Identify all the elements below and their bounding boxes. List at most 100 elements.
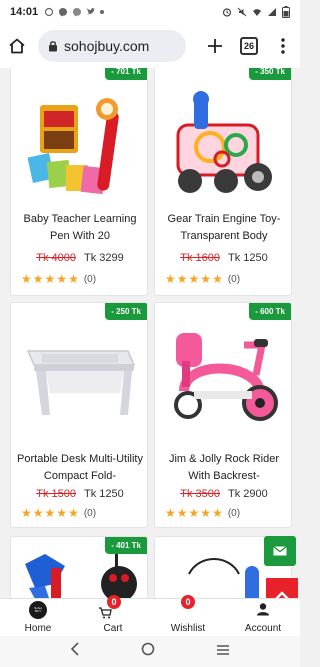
product-grid: - 701 Tk Baby Teacher Learning Pen With … — [0, 68, 300, 598]
star-rating: ★ ★ ★ ★ ★ (0) — [165, 507, 240, 519]
notification-icons — [44, 7, 105, 17]
recents-icon[interactable] — [216, 643, 230, 661]
star-icon: ★ — [56, 506, 68, 520]
product-prices: Tk 4000 Tk 3299 — [11, 252, 147, 264]
user-icon — [257, 603, 269, 616]
dot-icon — [100, 10, 105, 14]
messenger-icon — [59, 8, 68, 17]
url-text: sohojbuy.com — [64, 38, 150, 54]
old-price: Tk 3500 — [180, 488, 220, 500]
product-card[interactable]: - 701 Tk Baby Teacher Learning Pen With … — [10, 68, 148, 296]
nav-cart-label: Cart — [103, 623, 123, 634]
star-icon: ★ — [165, 272, 176, 286]
product-card[interactable]: - 250 Tk Portable Desk Multi-Utility Com… — [10, 302, 148, 528]
email-button[interactable] — [264, 536, 296, 566]
star-icon: ★ — [68, 272, 79, 286]
star-icon: ★ — [188, 506, 200, 520]
browser-toolbar: sohojbuy.com 26 — [0, 24, 300, 68]
discount-badge: - 250 Tk — [105, 303, 147, 320]
nav-account-label: Account — [244, 623, 282, 634]
product-image[interactable] — [155, 311, 291, 441]
star-icon: ★ — [32, 272, 44, 286]
signal-icon — [268, 8, 276, 16]
alarm-icon — [222, 8, 232, 17]
old-price: Tk 1500 — [36, 488, 76, 500]
tab-switcher-button[interactable]: 26 — [240, 37, 258, 55]
battery-icon — [282, 6, 290, 18]
mute-icon — [237, 7, 247, 17]
rating-count: (0) — [227, 507, 241, 519]
nav-cart[interactable]: 0 Cart — [98, 595, 128, 637]
product-card[interactable]: - 350 Tk Gear Train Engine Toy-Transpare… — [154, 68, 292, 296]
browser-actions: 26 — [204, 35, 294, 57]
lock-icon — [48, 40, 58, 52]
star-icon: ★ — [212, 272, 223, 286]
product-card[interactable]: - 600 Tk Jim & Jolly Rock Rider With Bac… — [154, 302, 292, 528]
product-title[interactable]: Baby Teacher Learning Pen With 20 — [15, 211, 145, 245]
bottom-navigation: Sohoj BUY Home 0 Cart 0 Wishlist Account — [0, 595, 300, 637]
star-icon: ★ — [165, 506, 176, 520]
product-card[interactable]: - 401 Tk — [10, 536, 148, 598]
star-icon: ★ — [44, 506, 56, 520]
status-bar: 14:01 — [0, 0, 300, 24]
status-time: 14:01 — [10, 6, 39, 18]
product-prices: Tk 3500 Tk 2900 — [155, 488, 291, 500]
nav-home-label: Home — [24, 623, 52, 634]
star-icon: ★ — [212, 506, 223, 520]
system-navigation — [0, 636, 300, 667]
rating-count: (0) — [227, 273, 241, 285]
star-icon: ★ — [200, 506, 212, 520]
address-bar[interactable]: sohojbuy.com — [38, 30, 186, 62]
old-price: Tk 1600 — [180, 252, 220, 264]
wifi-icon — [253, 9, 261, 16]
star-rating: ★ ★ ★ ★ ★ (0) — [21, 507, 96, 519]
mail-icon — [273, 546, 287, 556]
product-image[interactable] — [11, 311, 147, 441]
product-title[interactable]: Jim & Jolly Rock Rider With Backrest- — [159, 451, 289, 485]
current-price: Tk 1250 — [228, 252, 268, 264]
nav-home[interactable]: Sohoj BUY Home — [20, 599, 56, 637]
product-title[interactable]: Gear Train Engine Toy-Transparent Body — [159, 211, 289, 245]
star-icon: ★ — [44, 272, 56, 286]
rating-count: (0) — [83, 507, 97, 519]
current-price: Tk 1250 — [84, 488, 124, 500]
home-icon[interactable] — [6, 35, 28, 57]
status-right — [222, 6, 290, 18]
star-icon: ★ — [176, 506, 188, 520]
star-icon: ★ — [32, 506, 44, 520]
product-image[interactable] — [155, 75, 291, 215]
product-title[interactable]: Portable Desk Multi-Utility Compact Fold… — [15, 451, 145, 485]
brand-logo-text: Sohoj BUY — [34, 606, 42, 613]
nav-account[interactable]: Account — [240, 599, 286, 637]
star-icon: ★ — [188, 272, 200, 286]
star-icon: ★ — [21, 506, 32, 520]
brand-logo-icon: Sohoj BUY — [29, 601, 47, 619]
back-icon[interactable] — [70, 642, 80, 661]
home-circle-icon[interactable] — [141, 642, 155, 661]
star-rating: ★ ★ ★ ★ ★ (0) — [21, 273, 96, 285]
discount-badge: - 350 Tk — [249, 68, 291, 80]
star-icon: ★ — [21, 272, 32, 286]
rating-count: (0) — [83, 273, 97, 285]
star-icon: ★ — [200, 272, 212, 286]
twitter-icon — [87, 8, 96, 15]
discount-badge: - 600 Tk — [249, 303, 291, 320]
discount-badge: - 701 Tk — [105, 68, 147, 80]
star-icon: ★ — [56, 272, 68, 286]
wishlist-count-badge: 0 — [181, 595, 195, 609]
new-tab-icon[interactable] — [204, 35, 226, 57]
product-image[interactable] — [11, 75, 147, 215]
product-prices: Tk 1500 Tk 1250 — [11, 488, 147, 500]
more-menu-icon[interactable] — [272, 35, 294, 57]
product-prices: Tk 1600 Tk 1250 — [155, 252, 291, 264]
current-price: Tk 3299 — [84, 252, 124, 264]
star-icon: ★ — [68, 506, 79, 520]
nav-wishlist[interactable]: 0 Wishlist — [166, 595, 210, 637]
notification-icon — [45, 7, 54, 17]
cart-icon — [99, 607, 112, 619]
star-icon: ★ — [176, 272, 188, 286]
star-rating: ★ ★ ★ ★ ★ (0) — [165, 273, 240, 285]
discount-badge: - 401 Tk — [105, 537, 147, 554]
nav-wishlist-label: Wishlist — [170, 623, 206, 634]
messenger-icon-2 — [73, 8, 82, 17]
